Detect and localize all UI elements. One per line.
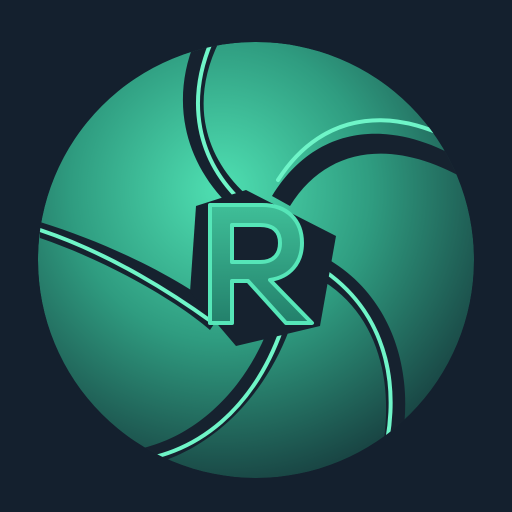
aperture-logo: [0, 0, 512, 512]
app-icon: R: [0, 0, 512, 512]
